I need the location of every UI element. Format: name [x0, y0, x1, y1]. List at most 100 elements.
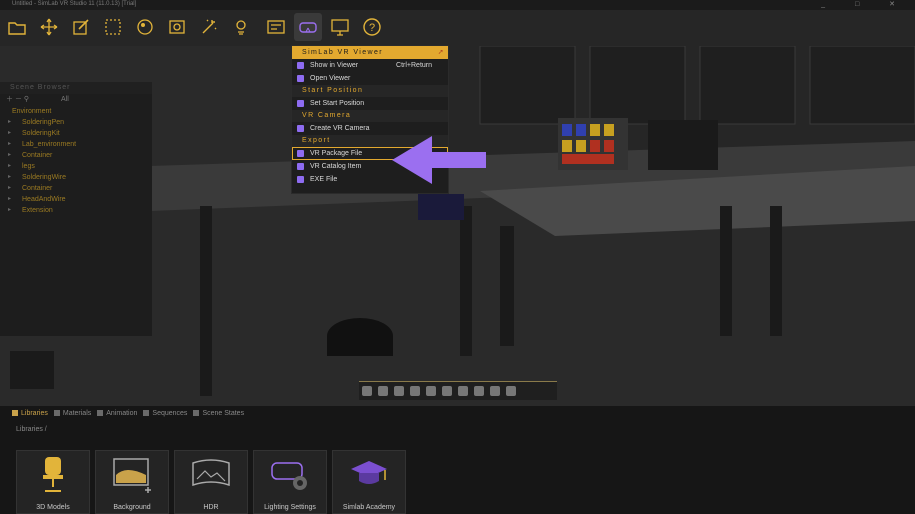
move-icon[interactable]	[35, 13, 63, 41]
catalog-icon	[297, 163, 304, 170]
filter-select[interactable]: All	[61, 96, 69, 103]
set-start-position-item[interactable]: Set Start Position	[292, 97, 448, 110]
fit-view-icon[interactable]	[378, 386, 388, 396]
vr-headset-icon[interactable]	[294, 13, 322, 41]
light-icon[interactable]	[227, 13, 255, 41]
menu-header: SimLab VR Viewer ➚	[292, 46, 448, 59]
storyboard-icon[interactable]	[262, 13, 290, 41]
vr-camera-icon	[297, 125, 304, 132]
add-icon[interactable]: ＋	[6, 96, 13, 103]
create-vr-camera-item[interactable]: Create VR Camera	[292, 122, 448, 135]
materials-icon[interactable]	[131, 13, 159, 41]
edit-icon[interactable]	[67, 13, 95, 41]
section-start-position: Start Position	[292, 85, 448, 97]
box-icon[interactable]	[458, 386, 468, 396]
expand-icon[interactable]: ▸	[8, 183, 11, 194]
lighting-settings-icon	[271, 462, 307, 490]
magic-wand-icon[interactable]	[195, 13, 223, 41]
open-folder-icon[interactable]	[3, 13, 31, 41]
tree-item[interactable]: ▸ Lab_environment	[0, 139, 152, 150]
tree-item[interactable]: ▸ HeadAndWire	[0, 194, 152, 205]
expand-icon[interactable]: ▸	[8, 128, 11, 139]
expand-icon[interactable]: ▸	[8, 194, 11, 205]
view-cube-icon[interactable]	[362, 386, 372, 396]
remove-icon[interactable]: －	[15, 96, 22, 103]
tab-libraries[interactable]: Libraries	[12, 406, 48, 420]
tree-item-label: Extension	[22, 207, 53, 214]
tree-item[interactable]: ▸ SolderingPen	[0, 117, 152, 128]
shortcut-label: Ctrl+Return	[396, 62, 432, 69]
grid-icon[interactable]	[490, 386, 500, 396]
tile-label: Lighting Settings	[264, 504, 316, 511]
expand-icon[interactable]: ▸	[8, 172, 11, 183]
menu-item-label: VR Catalog Item	[310, 163, 362, 170]
minimize-button[interactable]: _	[821, 1, 839, 8]
tab-animation[interactable]: Animation	[97, 406, 137, 420]
tree-item-label: SolderingKit	[22, 130, 60, 137]
maximize-button[interactable]: □	[855, 1, 873, 8]
background-icon	[113, 458, 151, 493]
tile-simlab-academy[interactable]: Simlab Academy	[332, 450, 406, 514]
expand-icon[interactable]: ▸	[8, 205, 11, 216]
close-button[interactable]: ✕	[889, 1, 909, 8]
animation-icon	[97, 410, 104, 416]
chair-icon	[43, 457, 63, 492]
tree-item-label: Environment	[12, 108, 52, 115]
pin-icon[interactable]: ➚	[438, 46, 445, 59]
tree-item[interactable]: ▸ SolderingKit	[0, 128, 152, 139]
tab-sequences[interactable]: Sequences	[143, 406, 187, 420]
expand-icon[interactable]: ▸	[8, 117, 11, 128]
tree-item-label: SolderingWire	[22, 174, 66, 181]
window-controls[interactable]: _ □ ✕	[821, 0, 909, 8]
pointer-icon[interactable]	[426, 386, 436, 396]
expand-icon[interactable]: ▸	[8, 150, 11, 161]
tree-item[interactable]: ▸ legs	[0, 161, 152, 172]
tab-label: Scene States	[202, 409, 245, 417]
menu-item-label: EXE File	[310, 176, 338, 183]
tab-label: Animation	[106, 409, 138, 417]
tile-background[interactable]: Background	[95, 450, 169, 514]
shading-icon[interactable]	[394, 386, 404, 396]
tile-hdr[interactable]: HDR	[174, 450, 248, 514]
viewport-toolbar	[359, 381, 557, 400]
tree-item-label: legs	[22, 163, 35, 170]
tree-item-label: Lab_environment	[22, 141, 77, 148]
search-icon[interactable]: ⚲	[24, 96, 29, 103]
tile-label: Simlab Academy	[342, 504, 396, 511]
layers-icon[interactable]	[474, 386, 484, 396]
zoom-icon[interactable]	[442, 386, 452, 396]
expand-icon[interactable]: ▸	[8, 161, 11, 172]
menu-item-label: Create VR Camera	[310, 125, 370, 132]
tile-3d-models[interactable]: 3D Models	[16, 450, 90, 514]
menu-item-label: Open Viewer	[310, 75, 351, 82]
tab-materials[interactable]: Materials	[53, 406, 91, 420]
tree-item-environment[interactable]: Environment	[0, 106, 152, 117]
menu-item-label: Set Start Position	[310, 100, 365, 107]
tree-item[interactable]: ▸ Container	[0, 150, 152, 161]
open-viewer-item[interactable]: Open Viewer	[292, 72, 448, 85]
tab-scene-states[interactable]: Scene States	[193, 406, 244, 420]
tree-item[interactable]: ▸ SolderingWire	[0, 172, 152, 183]
presentation-icon[interactable]	[326, 13, 354, 41]
show-in-viewer-item[interactable]: Show in Viewer Ctrl+Return	[292, 59, 448, 72]
light-toggle-icon[interactable]	[410, 386, 420, 396]
tile-label: HDR	[203, 504, 219, 511]
bottom-tabs: Libraries Materials Animation Sequences …	[0, 406, 915, 420]
select-icon[interactable]	[99, 13, 127, 41]
graduation-cap-icon	[351, 461, 387, 484]
tab-label: Libraries	[21, 409, 48, 417]
breadcrumb[interactable]: Libraries /	[0, 424, 915, 436]
expand-icon[interactable]: ▸	[8, 139, 11, 150]
camera-icon[interactable]	[163, 13, 191, 41]
download-icon[interactable]	[506, 386, 516, 396]
tree-item[interactable]: ▸ Container	[0, 183, 152, 194]
library-tiles: 3D Models Background HDR Lighting Settin…	[16, 450, 406, 514]
help-icon[interactable]: ?	[358, 13, 386, 41]
tree-item[interactable]: ▸ Extension	[0, 205, 152, 216]
open-viewer-icon	[297, 75, 304, 82]
tree-item-label: Container	[22, 185, 53, 192]
tile-label: Background	[113, 504, 151, 511]
main-toolbar: ?	[0, 10, 915, 46]
tab-label: Sequences	[152, 409, 188, 417]
tile-lighting-settings[interactable]: Lighting Settings	[253, 450, 327, 514]
